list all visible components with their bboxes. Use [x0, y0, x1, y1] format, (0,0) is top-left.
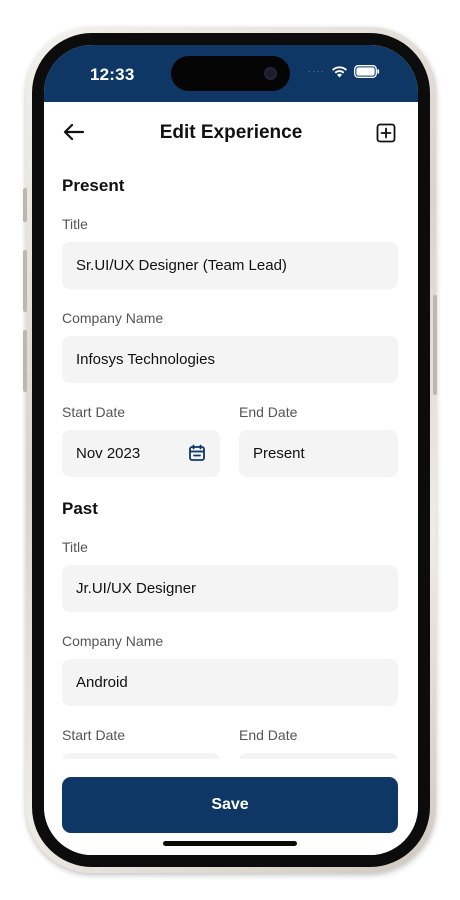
plus-square-icon	[376, 123, 396, 143]
wifi-icon	[332, 66, 347, 78]
phone-screen: 12:33 ···· Edit Experience Present Title…	[44, 45, 418, 855]
action-button	[23, 188, 27, 222]
past-company-label: Company Name	[62, 633, 164, 649]
save-button[interactable]: Save	[62, 777, 398, 833]
past-company-field[interactable]: Android	[62, 659, 398, 706]
volume-up-button	[23, 250, 27, 312]
volume-down-button	[23, 330, 27, 392]
status-bar: 12:33 ····	[44, 45, 418, 102]
status-time: 12:33	[90, 65, 135, 84]
present-end-date-label: End Date	[239, 404, 298, 420]
present-start-date-field[interactable]: Nov 2023	[62, 430, 220, 477]
present-company-field[interactable]: Infosys Technologies	[62, 336, 398, 383]
battery-icon	[354, 65, 380, 78]
power-button	[433, 295, 437, 395]
home-indicator	[163, 841, 297, 846]
section-title-past: Past	[62, 499, 98, 518]
page-title: Edit Experience	[159, 122, 303, 143]
status-icons: ····	[308, 65, 380, 78]
add-experience-button[interactable]	[376, 123, 396, 143]
present-title-label: Title	[62, 216, 88, 232]
past-end-date-label: End Date	[239, 727, 298, 743]
signal-icon: ····	[307, 66, 325, 77]
present-title-field[interactable]: Sr.UI/UX Designer (Team Lead)	[62, 242, 398, 289]
present-end-date-field[interactable]: Present	[239, 430, 398, 477]
section-title-present: Present	[62, 176, 125, 195]
present-company-label: Company Name	[62, 310, 164, 326]
app-header: Edit Experience	[44, 102, 418, 164]
camera-icon	[264, 67, 277, 80]
past-start-date-label: Start Date	[62, 727, 126, 743]
calendar-icon[interactable]	[188, 444, 206, 462]
present-start-date-value: Nov 2023	[76, 445, 141, 462]
past-title-label: Title	[62, 539, 88, 555]
past-title-field[interactable]: Jr.UI/UX Designer	[62, 565, 398, 612]
present-start-date-label: Start Date	[62, 404, 126, 420]
dynamic-island	[171, 56, 290, 91]
